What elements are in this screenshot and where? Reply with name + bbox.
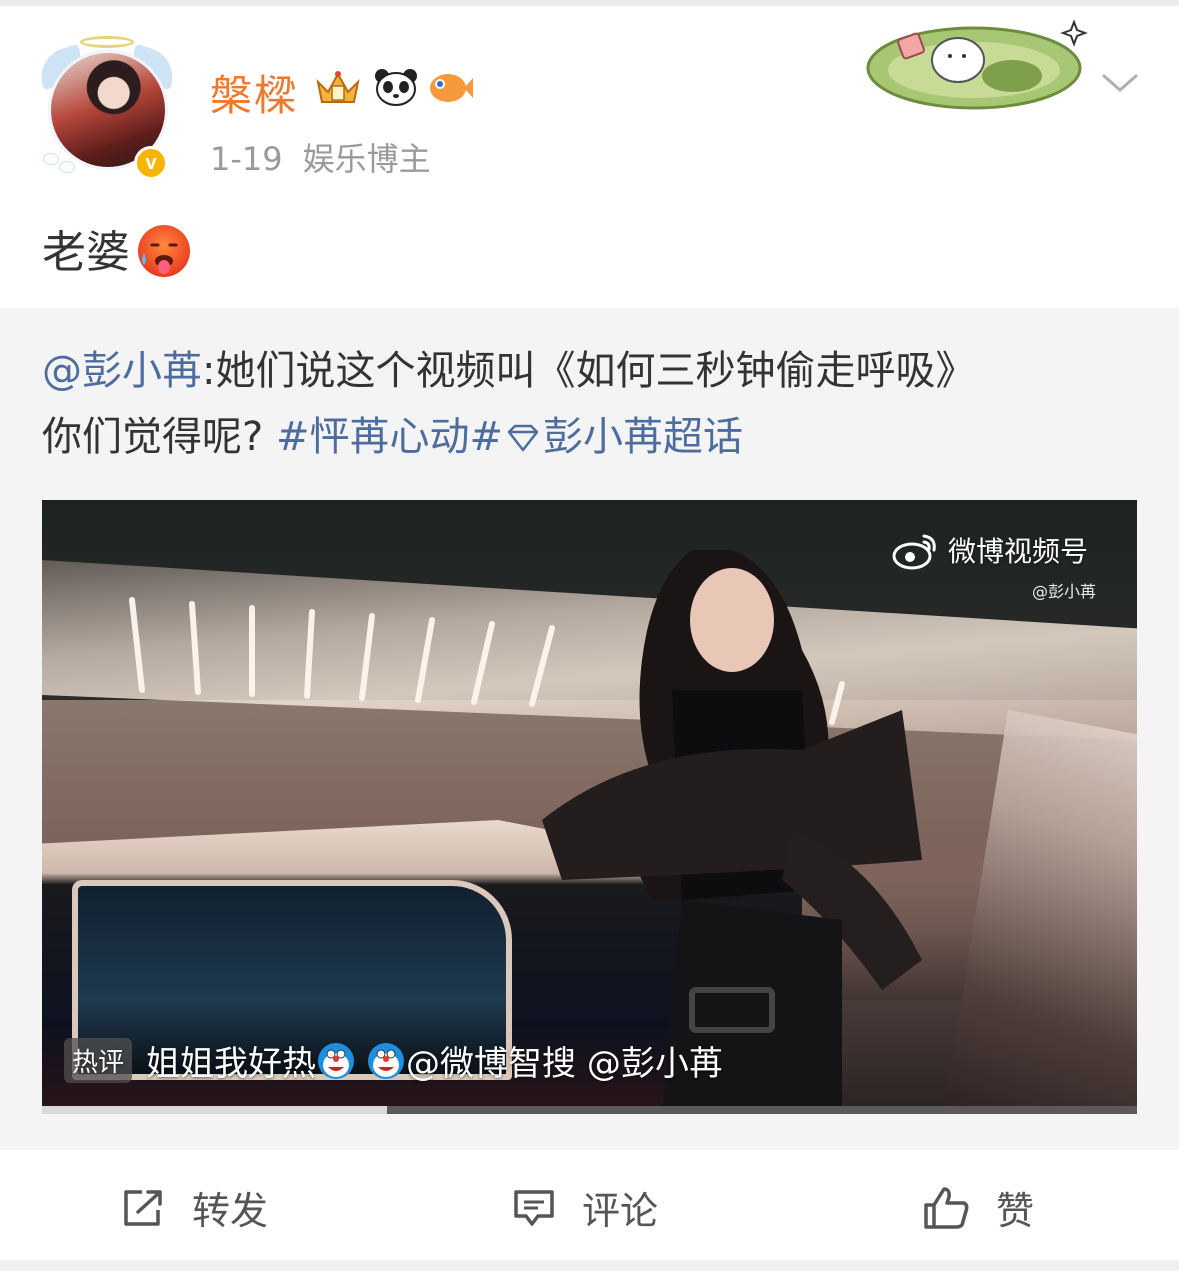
watermark-user: @彭小苒 [1032,582,1097,601]
chevron-down-icon[interactable] [1100,68,1140,98]
video-watermark: 微博视频号 @彭小苒 [892,530,1096,602]
post-source: 娱乐博主 [302,140,431,178]
like-button[interactable]: 赞 [922,1180,1034,1235]
hot-face-emoji-icon [138,225,190,277]
hot-comment[interactable]: 热评 姐姐我好热 @微博智搜 @彭小苒 [64,1036,723,1085]
retweet-text-part2: 你们觉得呢? [42,414,264,460]
post-text: 老婆 [42,216,192,280]
comment-button[interactable]: 评论 [512,1180,658,1235]
bottom-divider [0,1260,1179,1271]
decorative-sticker-icon [866,19,1088,110]
comment-icon [514,1189,554,1226]
topic-link[interactable]: #怦苒心动# [276,414,503,460]
super-topic-diamond-icon [507,424,539,452]
username[interactable]: 槃樑 [210,62,298,123]
avatar-frame-cloud [44,154,58,164]
video-person-figure [542,550,922,1114]
post-header: v 槃樑 1-19 娱乐博主 老婆 [0,6,1179,306]
avatar[interactable]: v [33,36,181,184]
watermark-title: 微博视频号 [948,535,1089,568]
retweet-mention-link[interactable]: @彭小苒 [42,348,202,394]
retweet-card[interactable]: @彭小苒:她们说这个视频叫《如何三秒钟偷走呼吸》 你们觉得呢? #怦苒心动# 彭小… [0,308,1179,1150]
fish-badge-icon[interactable] [426,66,474,108]
retweet-text: @彭小苒:她们说这个视频叫《如何三秒钟偷走呼吸》 你们觉得呢? #怦苒心动# 彭小… [42,338,1142,470]
video-player[interactable]: 微博视频号 @彭小苒 热评 姐姐我好热 @微博智搜 @彭小苒 [42,500,1137,1114]
retweet-text-part1: :她们说这个视频叫《如何三秒钟偷走呼吸》 [202,348,976,394]
comment-label: 评论 [582,1189,659,1233]
hot-comment-tag: 热评 [64,1038,133,1083]
panda-badge-icon[interactable] [372,66,420,108]
avatar-frame-cloud [60,162,74,172]
like-label: 赞 [996,1189,1035,1233]
post-text-content: 老婆 [42,227,130,278]
hot-comment-text: 姐姐我好热 [146,1044,317,1084]
post-meta: 1-19 娱乐博主 [210,134,431,180]
post-date: 1-19 [210,140,283,178]
action-bar: 转发 评论 赞 [0,1152,1179,1260]
video-progress-fill [42,1106,387,1114]
repost-label: 转发 [192,1189,269,1233]
repost-button[interactable]: 转发 [122,1180,268,1235]
doraemon-emoji-icon [318,1042,355,1079]
weibo-logo-icon [892,534,936,570]
verified-badge: v [134,146,168,180]
video-progress-bar[interactable] [42,1106,1137,1114]
thumbs-up-icon [924,1186,969,1229]
hot-comment-mentions[interactable]: @微博智搜 @彭小苒 [406,1036,723,1085]
avatar-frame-halo [80,36,134,48]
crown-badge-icon[interactable] [314,66,362,108]
repost-icon [124,1189,162,1226]
super-topic-link[interactable]: 彭小苒超话 [543,414,743,460]
doraemon-emoji-icon [368,1042,405,1079]
